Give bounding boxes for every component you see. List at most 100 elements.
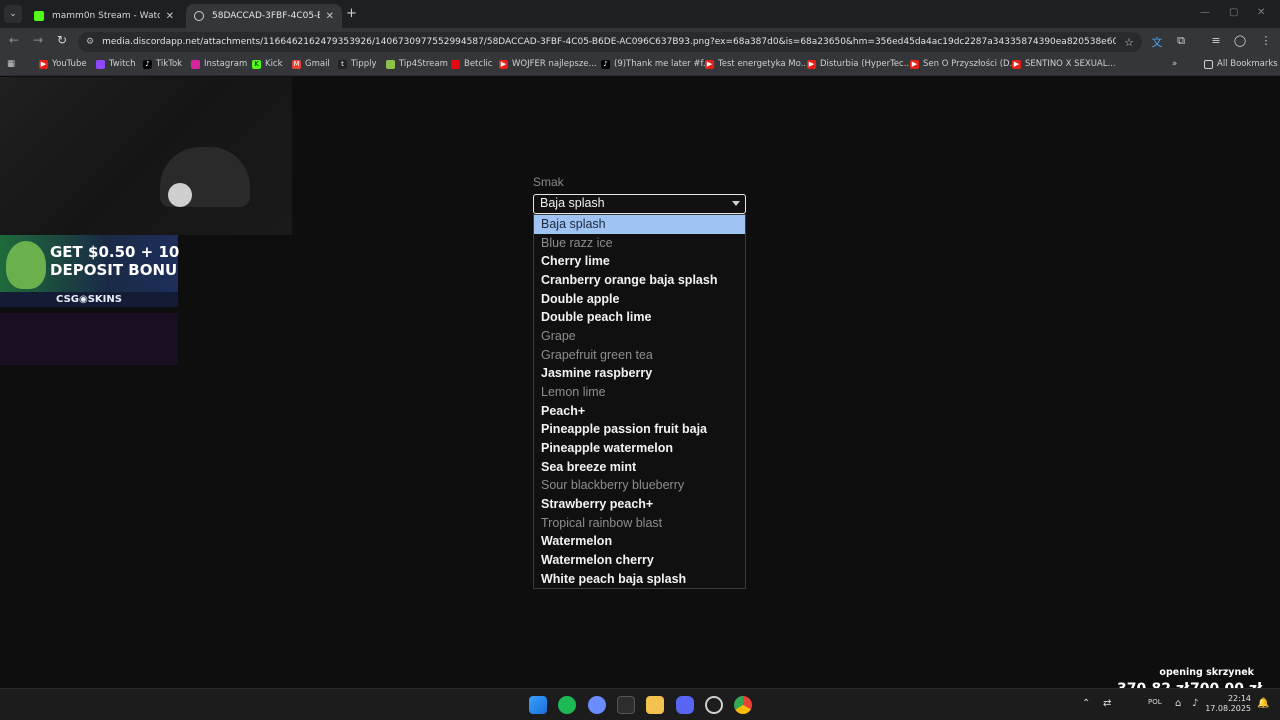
reload-icon[interactable]: ↻ — [53, 33, 71, 47]
bookmark-tipply[interactable]: t Tipply — [338, 59, 376, 69]
flavor-option[interactable]: White peach baja splash — [534, 570, 745, 589]
youtube-icon: ▶ — [910, 59, 919, 69]
media-controls-icon[interactable]: ≡ — [1208, 34, 1224, 47]
close-tab-icon[interactable]: ✕ — [166, 11, 174, 22]
flavor-option: Grapefruit green tea — [541, 347, 653, 362]
bookmark-youtube-video[interactable]: ▶ Test energetyka Mo... — [705, 59, 809, 69]
instagram-icon — [191, 59, 200, 69]
bookmark-star-icon[interactable]: ☆ — [1124, 36, 1134, 49]
flavor-option[interactable]: Watermelon — [534, 532, 745, 551]
tray-overflow-icon[interactable]: ⌃ — [1082, 698, 1090, 709]
flavor-option: Lemon lime — [541, 385, 606, 400]
sponsor-banner: GET $0.50 + 10 DEPOSIT BONU CSG◉SKINS — [0, 235, 179, 307]
apps-icon[interactable]: ▦ — [7, 59, 15, 69]
taskbar-clock[interactable]: 22:14 17.08.2025 — [1205, 694, 1251, 714]
file-explorer-icon[interactable] — [646, 696, 664, 714]
spotify-icon[interactable] — [558, 696, 576, 714]
youtube-icon: ▶ — [705, 59, 714, 69]
tiktok-icon: ♪ — [143, 59, 152, 69]
banner-background — [0, 313, 178, 365]
bookmark-tiktok[interactable]: ♪ TikTok — [143, 59, 182, 69]
flavor-option[interactable]: Cherry lime — [534, 252, 745, 271]
flavor-option[interactable]: Baja splash — [534, 215, 745, 234]
flavor-dropdown-list: Baja splash Blue razz ice Cherry lime Cranb… — [533, 214, 746, 589]
flavor-option[interactable]: Strawberry peach+ — [534, 495, 745, 514]
flavor-option[interactable]: Double peach lime — [534, 308, 745, 327]
chevron-down-icon — [732, 201, 740, 206]
youtube-icon: ▶ — [39, 59, 48, 69]
flavor-option[interactable]: Sea breeze mint — [534, 458, 745, 477]
flavor-select-value: Baja splash — [540, 196, 605, 210]
network-icon[interactable]: ⌂ — [1175, 698, 1181, 709]
bookmark-betclic[interactable]: Betclic — [451, 59, 492, 69]
kick-icon: K — [252, 59, 261, 69]
bookmark-tiktok-video[interactable]: ♪ (9)Thank me later #f... — [601, 59, 711, 69]
bookmark-youtube-video[interactable]: ▶ Disturbia (HyperTec... — [807, 59, 912, 69]
bookmarks-bar: ▦ ▶ YouTube Twitch ♪ TikTok Instagram K Kic… — [0, 56, 1280, 76]
twitch-icon — [96, 59, 105, 69]
tab-title: 58DACCAD-3FBF-4C05-B6DE-A — [212, 11, 320, 21]
url-text[interactable]: media.discordapp.net/attachments/1166462… — [102, 37, 1116, 47]
tip4stream-icon — [386, 59, 395, 69]
close-tab-icon[interactable]: ✕ — [326, 11, 334, 22]
flavor-option[interactable]: Pineapple watermelon — [534, 439, 745, 458]
windows-start-icon[interactable] — [529, 696, 547, 714]
ad-brand: CSG◉SKINS — [0, 292, 178, 307]
menu-icon[interactable]: ⋮ — [1258, 34, 1274, 47]
flavor-option[interactable]: Double apple — [534, 290, 745, 309]
close-window-icon[interactable]: ✕ — [1257, 7, 1265, 18]
steam-icon[interactable] — [705, 696, 723, 714]
flavor-option[interactable]: Pineapple passion fruit baja — [534, 420, 745, 439]
tab-title: mamm0n Stream - Watch Live — [52, 11, 160, 21]
tab-1[interactable]: mamm0n Stream - Watch Live ✕ — [26, 4, 182, 28]
bookmark-instagram[interactable]: Instagram — [191, 59, 247, 69]
flavor-option[interactable]: Jasmine raspberry — [534, 364, 745, 383]
flavor-option: Blue razz ice — [541, 235, 613, 250]
globe-icon — [194, 11, 204, 21]
profile-icon[interactable]: ◯ — [1232, 34, 1248, 47]
volume-icon[interactable]: ♪ — [1192, 698, 1198, 709]
headset — [168, 183, 192, 207]
discord-icon[interactable] — [676, 696, 694, 714]
minimize-icon[interactable]: — — [1200, 7, 1210, 18]
all-bookmarks-button[interactable]: All Bookmarks — [1204, 59, 1278, 69]
new-tab-button[interactable]: + — [346, 6, 357, 21]
address-bar[interactable]: ⚙ media.discordapp.net/attachments/11664… — [78, 32, 1142, 52]
bookmark-youtube-video[interactable]: ▶ WOJFER najlepsze... — [499, 59, 597, 69]
webcam-overlay — [0, 77, 292, 235]
bookmark-tip4stream[interactable]: Tip4Stream — [386, 59, 448, 69]
flavor-option: Grape — [541, 329, 576, 344]
flavor-option[interactable]: Cranberry orange baja splash — [534, 271, 745, 290]
browser-toolbar: ← → ↻ ⚙ media.discordapp.net/attachments… — [0, 28, 1280, 56]
flavor-select[interactable]: Baja splash — [533, 194, 746, 214]
flavor-option[interactable]: Peach+ — [534, 402, 745, 421]
bookmark-youtube-video[interactable]: ▶ SENTINO X SEXUAL... — [1012, 59, 1116, 69]
chrome-icon[interactable] — [734, 696, 752, 714]
bookmark-youtube-video[interactable]: ▶ Sen O Przyszłości (D... — [910, 59, 1018, 69]
flavor-option: Sour blackberry blueberry — [541, 478, 685, 493]
maximize-icon[interactable]: ▢ — [1229, 7, 1238, 18]
tab-search-button[interactable]: ⌄ — [4, 5, 22, 23]
kick-icon — [34, 11, 44, 21]
site-info-icon[interactable]: ⚙ — [86, 37, 94, 47]
epic-games-icon[interactable] — [617, 696, 635, 714]
flavor-label: Smak — [533, 175, 564, 189]
app-icon[interactable] — [588, 696, 606, 714]
gmail-icon: M — [292, 59, 301, 69]
notification-bell-icon[interactable]: 🔔 — [1257, 698, 1269, 709]
flavor-option[interactable]: Watermelon cherry — [534, 551, 745, 570]
sync-icon[interactable]: ⇄ — [1103, 698, 1111, 709]
tab-2[interactable]: 58DACCAD-3FBF-4C05-B6DE-A ✕ — [186, 4, 342, 28]
bookmark-twitch[interactable]: Twitch — [96, 59, 136, 69]
youtube-icon: ▶ — [807, 59, 816, 69]
bookmark-youtube[interactable]: ▶ YouTube — [39, 59, 87, 69]
bookmark-gmail[interactable]: M Gmail — [292, 59, 330, 69]
more-bookmarks-icon[interactable]: » — [1172, 59, 1177, 69]
back-icon[interactable]: ← — [5, 33, 23, 47]
translate-icon[interactable]: 文 — [1149, 34, 1165, 50]
bookmark-kick[interactable]: K Kick — [252, 59, 283, 69]
extensions-icon[interactable]: ⧉ — [1173, 34, 1189, 48]
flavor-option: Tropical rainbow blast — [541, 515, 663, 530]
language-indicator[interactable]: POL — [1148, 698, 1162, 706]
forward-icon[interactable]: → — [29, 33, 47, 47]
